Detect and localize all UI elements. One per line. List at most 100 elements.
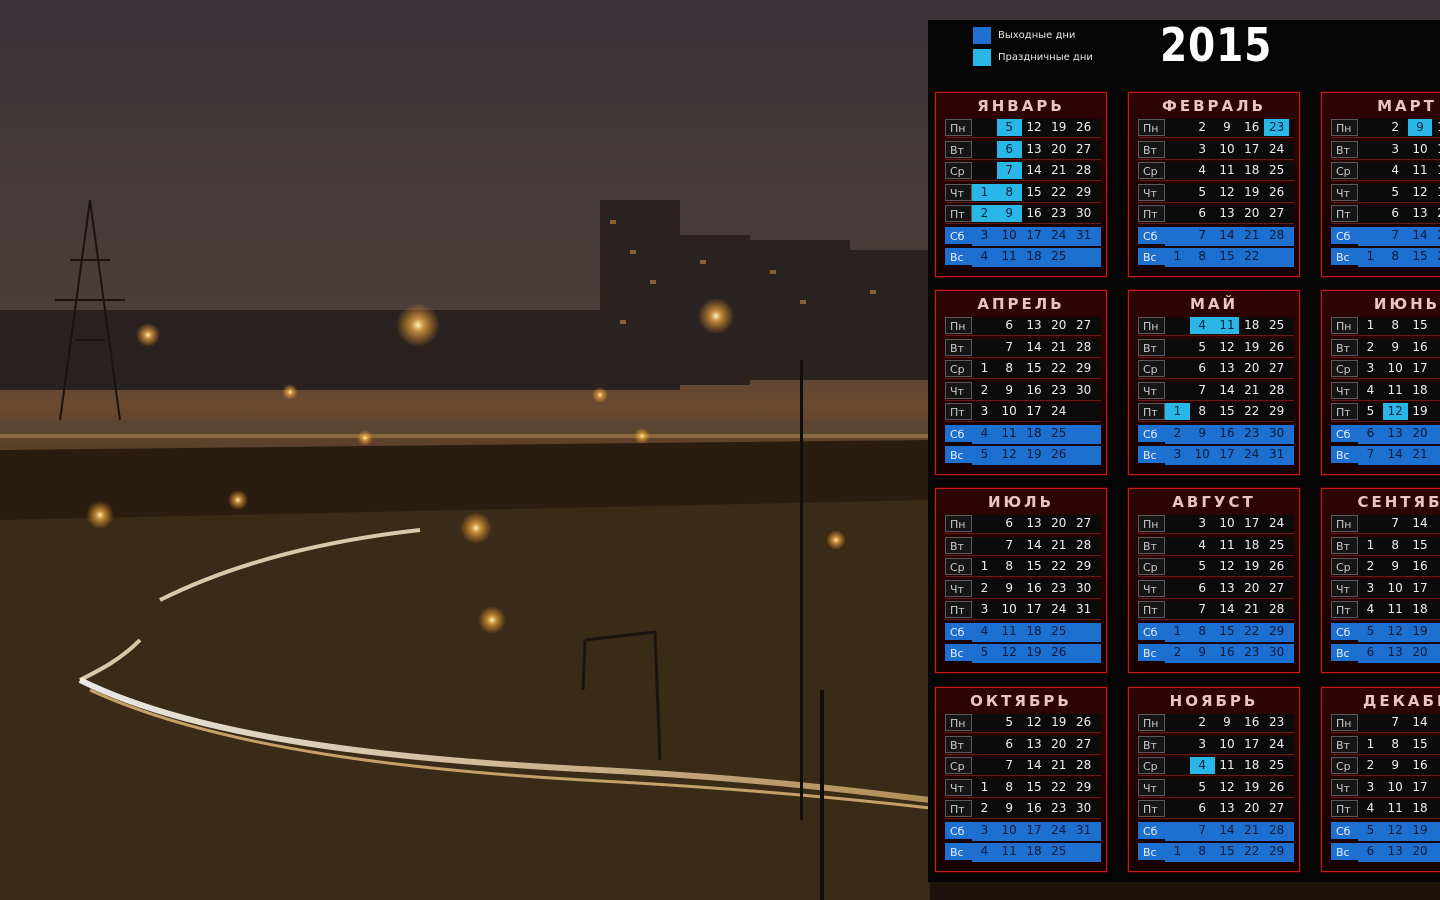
day-cell: 15	[1219, 404, 1235, 418]
month-name: ДЕКАБР	[1363, 692, 1440, 710]
day-cell: 23	[1264, 119, 1289, 136]
weekday-label: Вт	[1138, 735, 1165, 753]
month-inner: АВГУСТ Пн 3 10 17 24 Вт 4 11 18 25 Ср 5 12 19 26 Чт 6 13 20…	[1129, 489, 1299, 672]
weekday-row: Ср 4 11 18 25	[1138, 757, 1294, 776]
day-cell: 5	[1198, 339, 1207, 354]
weekday-label: Ср	[945, 757, 972, 774]
day-cell: 17	[1026, 822, 1042, 837]
day-cell: 27	[1268, 361, 1285, 375]
day-cells: 4 11 18 25	[972, 248, 1101, 267]
day-cells: 5 12 19	[1358, 622, 1440, 642]
weekday-label: Пт	[1138, 403, 1165, 420]
weekday-label: Вс	[1138, 248, 1165, 265]
day-cell: 19	[1244, 184, 1260, 199]
day-cell: 19	[1244, 339, 1260, 354]
day-cells: 2 9 16 23	[1165, 119, 1294, 137]
day-cell: 4	[1366, 801, 1375, 815]
day-cell	[1165, 184, 1190, 201]
day-cell: 7	[1198, 822, 1207, 837]
day-cell: 7	[1198, 602, 1207, 616]
day-cells: 3 10 17 24 31	[972, 601, 1101, 619]
day-cell: 7	[1391, 516, 1400, 530]
day-cells: 4 11 18 25	[972, 424, 1101, 444]
weekday-row: Вс 7 14 21	[1331, 446, 1440, 465]
weekday-label: Пт	[1331, 205, 1358, 222]
month-name: НОЯБРЬ	[1169, 692, 1259, 710]
day-cell: 10	[1387, 361, 1403, 375]
day-cell: 10	[1001, 404, 1017, 418]
day-cell: 5	[980, 645, 989, 659]
weekday-row: Пн 2 9 16 23	[1138, 119, 1294, 138]
day-cells: 3 10 17 24 31	[972, 821, 1101, 841]
weekday-label: Вт	[945, 735, 972, 753]
day-cell: 27	[1075, 516, 1092, 530]
day-cell	[1165, 119, 1190, 136]
day-cells: 1 8 15	[1358, 317, 1440, 335]
day-cell: 15	[1026, 779, 1042, 794]
month-block: ФЕВРАЛЬ Пн 2 9 16 23 Вт 3 10 17 24 Ср 4 11 18 25 Чт 5 12 19…	[1127, 91, 1301, 278]
holiday-swatch	[973, 48, 991, 66]
day-cell	[1358, 141, 1383, 158]
day-cell: 11	[1219, 163, 1235, 177]
day-cell: 17	[1244, 141, 1260, 156]
day-cell: 20	[1051, 736, 1067, 751]
calendar-2015: Выходные дни Праздничные дни 2015 ЯНВАРЬ…	[928, 18, 1440, 882]
day-cell: 5	[1366, 623, 1375, 638]
day-cell: 2	[1165, 424, 1190, 442]
day-cell: 10	[1001, 227, 1017, 242]
weekday-label: Пн	[1331, 714, 1358, 731]
day-cell: 1	[1366, 318, 1375, 332]
day-cell: 11	[1219, 758, 1235, 772]
weekday-label: Вт	[1138, 536, 1165, 554]
weekday-label: Сб	[1331, 226, 1358, 244]
day-cell: 11	[1214, 317, 1240, 334]
day-cell	[1358, 515, 1383, 532]
day-cell: 9	[1005, 580, 1014, 595]
day-cells: 7 14 21 28	[972, 536, 1101, 555]
day-cell: 4	[1198, 537, 1207, 552]
weekday-row: Пн 6 13 20 27	[945, 515, 1101, 534]
weekday-label: Пт	[1138, 800, 1165, 817]
day-cell	[1165, 141, 1190, 158]
day-cell: 26	[1051, 447, 1067, 461]
day-cell: 15	[1412, 736, 1428, 751]
day-cells: 5 12 19 26	[972, 714, 1101, 732]
day-cell: 21	[1412, 447, 1428, 461]
day-cell: 7	[1198, 382, 1207, 397]
weekday-row: Пн 4 11 18 25	[1138, 317, 1294, 336]
day-cell: 12	[1382, 403, 1408, 420]
day-cell: 16	[1026, 801, 1042, 815]
month-inner: ФЕВРАЛЬ Пн 2 9 16 23 Вт 3 10 17 24 Ср 4 11 18 25 Чт 5 12 19…	[1129, 93, 1299, 276]
day-cell: 5	[996, 119, 1022, 136]
day-cell: 12	[1387, 822, 1403, 837]
day-cell: 12	[1412, 184, 1428, 199]
weekday-row: Вс 1 8 15 22 29	[1138, 843, 1294, 862]
weekday-label: Чт	[945, 381, 972, 399]
day-cells: 1 8 15 22	[1165, 248, 1294, 267]
weekday-label: Вс	[945, 248, 972, 265]
day-cell	[1432, 800, 1440, 817]
legend-label: Выходные дни	[998, 29, 1076, 41]
day-cell: 8	[1198, 623, 1207, 638]
day-cell: 2	[1391, 120, 1400, 134]
day-cell: 7	[1391, 227, 1400, 242]
day-cell: 13	[1026, 318, 1042, 332]
day-cell	[1432, 537, 1440, 554]
day-cell: 28	[1268, 822, 1285, 837]
month-inner: МАРТПн2916Вт31017Ср41118Чт51219Пт61320Сб…	[1322, 93, 1440, 276]
day-cell: 18	[1026, 249, 1042, 263]
day-cell: 31	[1268, 447, 1285, 461]
day-cell: 16	[1412, 339, 1428, 354]
month-block: ДЕКАБРПн714Вт1815Ср2916Чт31017Пт41118Сб5…	[1320, 686, 1440, 873]
day-cells: 2 9 16 23 30	[972, 205, 1101, 223]
weekday-row: Пт 6 13 20 27	[1138, 800, 1294, 819]
day-cell: 13	[1219, 580, 1235, 595]
day-cell: 27	[1268, 580, 1285, 595]
weekday-row: Вт 7 14 21 28	[945, 536, 1101, 556]
day-cells: 1 8 15	[1358, 536, 1440, 555]
day-cell: 12	[1219, 339, 1235, 354]
weekday-row: Ср 7 14 21 28	[945, 162, 1101, 181]
day-cell	[1165, 714, 1190, 731]
weekday-row: Чт 2 9 16 23 30	[945, 381, 1101, 401]
weekday-row: Пт 4 11 18	[1331, 800, 1440, 819]
